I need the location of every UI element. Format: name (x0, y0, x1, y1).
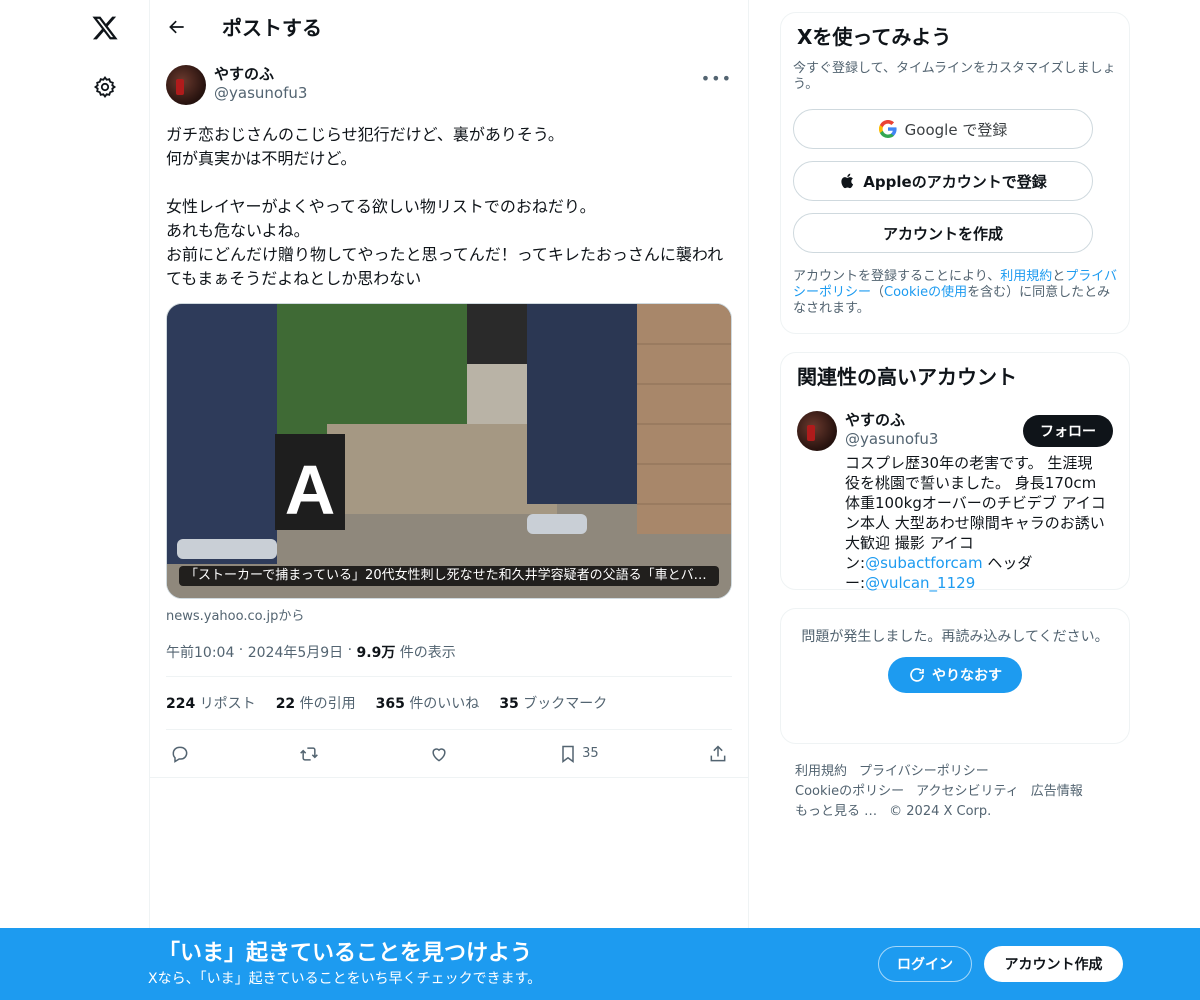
bio-link[interactable]: @vulcan_1129 (865, 574, 975, 592)
bio-link[interactable]: @subactforcam (865, 554, 983, 572)
bottom-bar-title: 「いま」起きていることを見つけよう (158, 941, 533, 966)
views-label: 件の表示 (399, 645, 456, 661)
gear-icon[interactable] (80, 62, 130, 112)
bottom-bar-subtitle: Xなら、「いま」起きていることをいち早くチェックできます。 (148, 971, 542, 987)
more-icon[interactable]: ••• (701, 69, 732, 88)
main-column: ポストする やすのふ @yasunofu3 ••• ガチ恋おじさんのこじらせ犯行… (149, 0, 749, 1000)
google-icon (878, 120, 897, 138)
post-date[interactable]: 2024年5月9日 (248, 642, 343, 662)
refresh-icon (910, 668, 924, 682)
avatar[interactable] (797, 411, 837, 451)
related-accounts-box: 関連性の高いアカウント やすのふ @yasunofu3 コスプレ歴30年の老害で… (780, 352, 1130, 593)
post-stats: 224 リポスト 22 件の引用 365 件のいいね 35 ブックマーク (166, 676, 732, 730)
post-meta: 午前10:04 · 2024年5月9日 · 9.9万 件の表示 (166, 642, 732, 676)
author-handle[interactable]: @yasunofu3 (214, 83, 307, 103)
post: やすのふ @yasunofu3 ••• ガチ恋おじさんのこじらせ犯行だけど、裏が… (150, 53, 748, 778)
x-logo-icon[interactable] (80, 3, 130, 53)
follow-button[interactable]: フォロー (1023, 415, 1113, 447)
apple-signup-label: Appleのアカウントで登録 (863, 172, 1047, 191)
svg-text:A: A (285, 451, 336, 529)
error-box: 問題が発生しました。再読み込みしてください。 やりなおす (780, 608, 1130, 744)
page-title: ポストする (222, 16, 322, 40)
footer-link[interactable]: Cookieのポリシー (795, 784, 904, 799)
avatar[interactable] (166, 65, 206, 105)
bottom-signup-bar: 「いま」起きていることを見つけよう Xなら、「いま」起きていることをいち早くチェ… (0, 928, 1200, 1000)
create-account-label: アカウントを作成 (882, 224, 1003, 243)
media-source[interactable]: news.yahoo.co.jpから (166, 605, 732, 624)
news-photo: A (167, 304, 731, 598)
back-arrow-icon[interactable] (166, 16, 188, 38)
reply-icon[interactable] (170, 744, 190, 764)
related-bio: コスプレ歴30年の老害です。 生涯現役を桃園で誓いました。 身長170cm 体重… (845, 454, 1106, 592)
create-account-button[interactable]: アカウントを作成 (793, 213, 1093, 253)
post-actions: 35 (150, 730, 748, 778)
media-caption: 「ストーカーで捕まっている」20代女性刺し死なせた和久井学容疑者の父語る「車とバ… (179, 566, 719, 586)
quotes-stat[interactable]: 22 件の引用 (276, 693, 356, 713)
reposts-stat[interactable]: 224 リポスト (166, 693, 256, 713)
apple-icon (841, 173, 854, 189)
footer-link[interactable]: 利用規約 (795, 764, 847, 779)
meta-separator: · (343, 642, 357, 658)
footer-link[interactable]: アクセシビリティ (916, 784, 1019, 799)
footer-link[interactable]: もっと見る … (795, 804, 877, 819)
related-title: 関連性の高いアカウント (797, 365, 1017, 389)
author-name[interactable]: やすのふ (214, 65, 307, 83)
page-header: ポストする (150, 0, 748, 53)
link-card-image[interactable]: A 「ストーカーで捕まっている」20代女性刺し死なせた和久井学容疑者の父語る「車… (166, 303, 732, 599)
post-time[interactable]: 午前10:04 (166, 642, 234, 662)
signup-subtitle: 今すぐ登録して、タイムラインをカスタマイズしましょう。 (793, 61, 1116, 92)
share-icon[interactable] (708, 744, 728, 764)
footer-link[interactable]: プライバシーポリシー (859, 764, 989, 779)
retry-button[interactable]: やりなおす (888, 657, 1022, 693)
footer-links: 利用規約 プライバシーポリシー Cookieのポリシー アクセシビリティ 広告情報 も… (780, 762, 1130, 822)
post-author: やすのふ @yasunofu3 ••• (166, 65, 732, 113)
signup-legal: アカウントを登録することにより、利用規約とプライバシーポリシー（Cookieの使… (793, 269, 1118, 316)
apple-signup-button[interactable]: Appleのアカウントで登録 (793, 161, 1093, 201)
footer-link[interactable]: 広告情報 (1031, 784, 1083, 799)
error-text: 問題が発生しました。再読み込みしてください。 (801, 629, 1109, 645)
signup-box: Xを使ってみよう 今すぐ登録して、タイムラインをカスタマイズしましょう。 Goo… (780, 12, 1130, 334)
right-sidebar: Xを使ってみよう 今すぐ登録して、タイムラインをカスタマイズしましょう。 Goo… (780, 0, 1130, 822)
left-nav (0, 0, 150, 1000)
signup-button[interactable]: アカウント作成 (984, 946, 1123, 982)
terms-link[interactable]: 利用規約 (1000, 269, 1052, 284)
repost-icon[interactable] (299, 744, 319, 764)
like-icon[interactable] (429, 744, 449, 764)
copyright: © 2024 X Corp. (889, 804, 992, 819)
bookmarks-stat[interactable]: 35 ブックマーク (499, 693, 607, 713)
signup-title: Xを使ってみよう (797, 25, 952, 49)
views-count: 9.9万 (356, 645, 396, 661)
cookie-link[interactable]: Cookieの使用 (884, 285, 967, 300)
related-user[interactable]: やすのふ @yasunofu3 コスプレ歴30年の老害です。 生涯現役を桃園で誓… (797, 411, 1113, 593)
bookmark-count: 35 (582, 746, 599, 761)
google-signup-label: Google で登録 (904, 120, 1008, 139)
login-button[interactable]: ログイン (878, 946, 972, 982)
bookmark-icon[interactable]: 35 (558, 744, 599, 764)
post-text: ガチ恋おじさんのこじらせ犯行だけど、裏がありそう。 何が真実かは不明だけど。 女… (166, 125, 724, 288)
likes-stat[interactable]: 365 件のいいね (376, 693, 480, 713)
retry-label: やりなおす (932, 668, 1002, 684)
meta-separator: · (234, 642, 248, 658)
google-signup-button[interactable]: Google で登録 (793, 109, 1093, 149)
